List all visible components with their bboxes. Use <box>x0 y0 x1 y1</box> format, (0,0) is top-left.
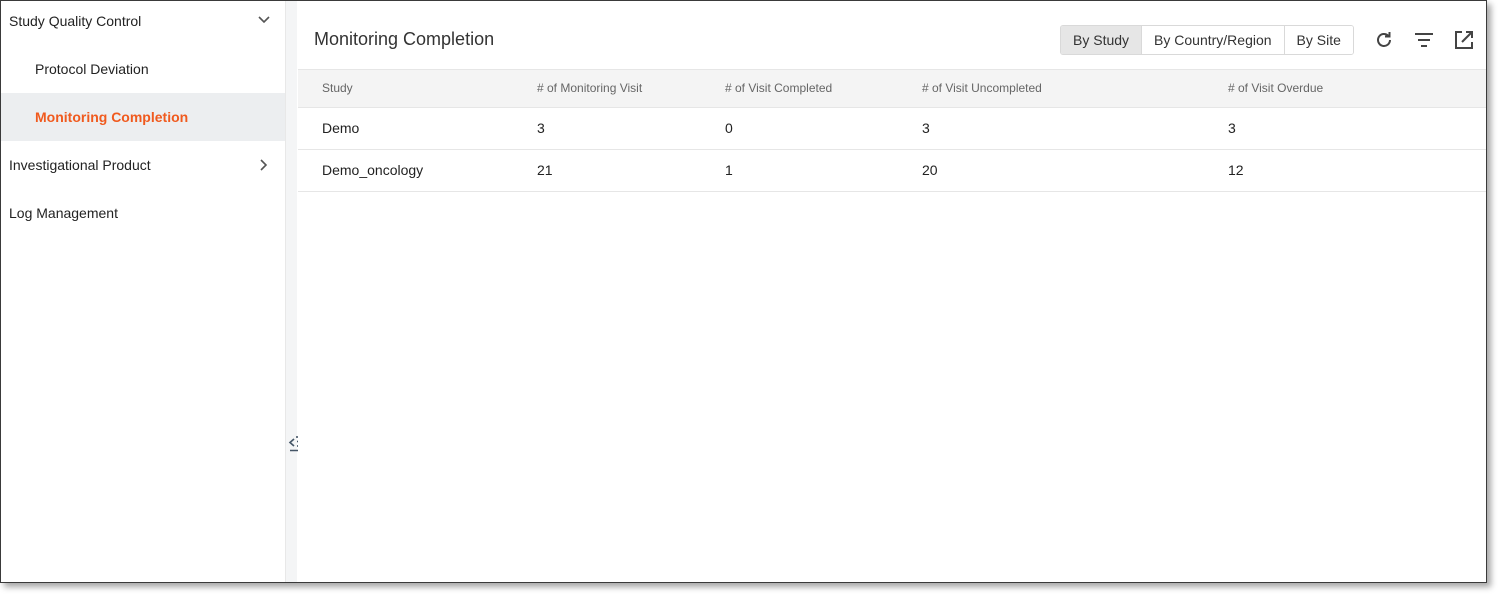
sidebar-item-label: Protocol Deviation <box>35 61 149 77</box>
cell-study: Demo_oncology <box>322 162 424 178</box>
cell-visit-overdue: 3 <box>1228 120 1236 136</box>
sidebar-item-label: Investigational Product <box>9 157 151 173</box>
cell-study: Demo <box>322 120 360 136</box>
column-header-visit-uncompleted: # of Visit Uncompleted <box>922 81 1042 95</box>
table-row[interactable]: Demo_oncology 21 1 20 12 <box>298 150 1486 192</box>
cell-monitoring-visit: 3 <box>537 120 545 136</box>
sidebar: Study Quality Control Protocol Deviation… <box>1 1 286 582</box>
column-header-visit-completed: # of Visit Completed <box>725 81 833 95</box>
sidebar-item-label: Monitoring Completion <box>35 109 189 125</box>
external-link-icon[interactable] <box>1453 29 1475 51</box>
sidebar-item-label: Log Management <box>9 205 118 221</box>
cell-monitoring-visit: 21 <box>537 162 553 178</box>
cell-visit-uncompleted: 3 <box>922 120 930 136</box>
refresh-icon[interactable] <box>1373 29 1395 51</box>
column-header-visit-overdue: # of Visit Overdue <box>1228 81 1324 95</box>
sidebar-item-investigational-product[interactable]: Investigational Product <box>1 141 285 189</box>
sidebar-item-log-management[interactable]: Log Management <box>1 189 285 237</box>
table-row[interactable]: Demo 3 0 3 3 <box>298 108 1486 150</box>
main-content: Monitoring Completion By Study By Countr… <box>298 1 1486 582</box>
sidebar-item-monitoring-completion[interactable]: Monitoring Completion <box>1 93 285 141</box>
table-header: Study # of Monitoring Visit # of Visit C… <box>298 69 1486 108</box>
cell-visit-completed: 0 <box>725 120 733 136</box>
sidebar-item-protocol-deviation[interactable]: Protocol Deviation <box>1 41 285 89</box>
view-toggle: By Study By Country/Region By Site <box>1060 25 1354 55</box>
cell-visit-uncompleted: 20 <box>922 162 938 178</box>
sidebar-item-label: Study Quality Control <box>9 13 142 29</box>
chevron-right-icon <box>260 159 268 171</box>
app-window: Study Quality Control Protocol Deviation… <box>0 0 1487 583</box>
sidebar-item-study-quality-control[interactable]: Study Quality Control <box>1 1 285 41</box>
cell-visit-completed: 1 <box>725 162 733 178</box>
column-header-monitoring-visit: # of Monitoring Visit <box>537 81 643 95</box>
sidebar-gutter <box>286 1 297 582</box>
filter-icon[interactable] <box>1413 29 1435 51</box>
monitoring-table: Study # of Monitoring Visit # of Visit C… <box>298 69 1486 192</box>
by-study-button[interactable]: By Study <box>1061 26 1142 54</box>
page-title: Monitoring Completion <box>314 29 495 49</box>
by-site-button[interactable]: By Site <box>1283 26 1353 54</box>
by-country-region-button[interactable]: By Country/Region <box>1141 26 1284 54</box>
column-header-study: Study <box>322 81 353 95</box>
cell-visit-overdue: 12 <box>1228 162 1244 178</box>
chevron-down-icon <box>258 16 270 24</box>
